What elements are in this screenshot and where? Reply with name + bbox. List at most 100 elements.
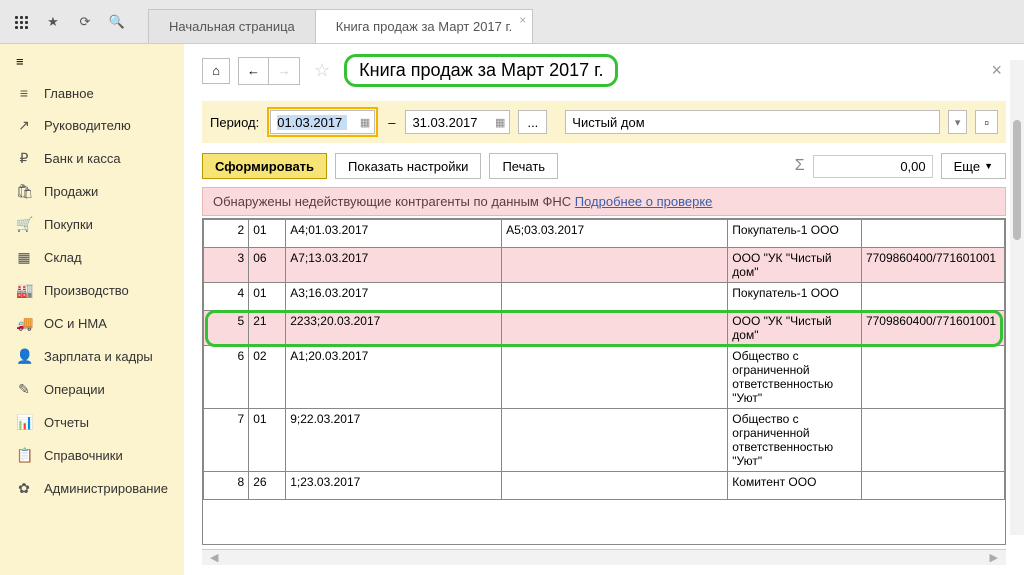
sidebar-item-12[interactable]: ✿Администрирование — [0, 472, 184, 505]
menu-icon[interactable]: ≡ — [16, 54, 24, 69]
cell-buyer: Общество с ограниченной ответственностью… — [728, 346, 862, 409]
cell-buyer: Комитент ООО — [728, 472, 862, 500]
show-settings-button[interactable]: Показать настройки — [335, 153, 481, 179]
cell-buyer: ООО "УК "Чистый дом" — [728, 248, 862, 283]
sidebar-item-label: Операции — [44, 382, 105, 397]
table-row[interactable]: 401A3;16.03.2017Покупатель-1 ООО — [204, 283, 1005, 311]
org-select[interactable] — [565, 110, 940, 134]
sidebar-item-0[interactable]: ≡Главное — [0, 77, 184, 109]
sidebar-icon: 👤 — [16, 348, 32, 365]
sidebar-item-label: Справочники — [44, 448, 123, 463]
cell-code: 01 — [249, 409, 286, 472]
calendar-icon[interactable]: ▦ — [495, 116, 505, 129]
top-icon-group: ★ ⟳ 🔍 — [0, 0, 138, 43]
cell-code: 02 — [249, 346, 286, 409]
table-row[interactable]: 602A1;20.03.2017Общество с ограниченной … — [204, 346, 1005, 409]
table-row[interactable]: 5212233;20.03.2017ООО "УК "Чистый дом"77… — [204, 311, 1005, 346]
sidebar-item-label: Отчеты — [44, 415, 89, 430]
sidebar-icon: 🛍 — [16, 183, 32, 200]
sum-value: 0,00 — [813, 155, 933, 178]
sidebar-item-2[interactable]: ₽Банк и касса — [0, 142, 184, 175]
sidebar-item-label: Производство — [44, 283, 129, 298]
alert-link[interactable]: Подробнее о проверке — [575, 194, 713, 209]
sidebar: ≡ ≡Главное↗Руководителю₽Банк и касса 🛍 Про… — [0, 44, 184, 575]
star-icon[interactable]: ★ — [44, 13, 62, 31]
period-select-button[interactable]: ... — [518, 110, 547, 134]
org-dropdown-button[interactable]: ▾ — [948, 110, 968, 134]
cell-number: 7 — [204, 409, 249, 472]
sidebar-item-11[interactable]: 📋 Справочники — [0, 439, 184, 472]
table-row[interactable]: 201A4;01.03.2017A5;03.03.2017Покупатель-… — [204, 220, 1005, 248]
top-toolbar: ★ ⟳ 🔍 Начальная страница Книга продаж за… — [0, 0, 1024, 44]
cell-doc: A3;16.03.2017 — [286, 283, 502, 311]
cell-inn — [861, 283, 1004, 311]
alert-text: Обнаружены недействующие контрагенты по … — [213, 194, 575, 209]
tab-home[interactable]: Начальная страница — [148, 9, 316, 43]
cell-doc: A1;20.03.2017 — [286, 346, 502, 409]
sidebar-item-label: Зарплата и кадры — [44, 349, 153, 364]
search-icon[interactable]: 🔍 — [108, 13, 126, 31]
sidebar-icon: ₽ — [16, 150, 32, 167]
cell-code: 06 — [249, 248, 286, 283]
cell-number: 4 — [204, 283, 249, 311]
history-icon[interactable]: ⟳ — [76, 13, 94, 31]
sidebar-item-8[interactable]: 👤 Зарплата и кадры — [0, 340, 184, 373]
period-from-field[interactable]: ▦ — [270, 110, 375, 134]
tab-label: Книга продаж за Март 2017 г. — [336, 19, 512, 34]
sales-book-table: 201A4;01.03.2017A5;03.03.2017Покупатель-… — [203, 219, 1005, 500]
sidebar-item-7[interactable]: 🚚ОС и НМА — [0, 307, 184, 340]
org-input[interactable] — [572, 115, 933, 130]
sidebar-item-10[interactable]: 📊Отчеты — [0, 406, 184, 439]
cell-doc: 1;23.03.2017 — [286, 472, 502, 500]
period-to-input[interactable] — [412, 115, 482, 130]
cell-inn — [861, 346, 1004, 409]
cell-buyer: Покупатель-1 ООО — [728, 220, 862, 248]
generate-button[interactable]: Сформировать — [202, 153, 327, 179]
cell-doc2 — [502, 283, 728, 311]
tab-active[interactable]: Книга продаж за Март 2017 г. × — [315, 9, 533, 43]
favorite-icon[interactable]: ☆ — [314, 60, 330, 81]
period-to-field[interactable]: ▦ — [405, 110, 510, 134]
action-row: Сформировать Показать настройки Печать Σ… — [202, 153, 1006, 179]
sidebar-icon: 📋 — [16, 447, 32, 464]
close-page-button[interactable]: × — [987, 60, 1006, 81]
horizontal-scrollbar[interactable]: ◀ ▶ — [202, 549, 1006, 565]
cell-doc: 2233;20.03.2017 — [286, 311, 502, 346]
forward-button[interactable]: → — [269, 58, 299, 84]
close-icon[interactable]: × — [519, 13, 526, 27]
sidebar-item-4[interactable]: 🛒Покупки — [0, 208, 184, 241]
cell-number: 2 — [204, 220, 249, 248]
sidebar-item-label: ОС и НМА — [44, 316, 107, 331]
org-open-button[interactable]: ▫ — [975, 110, 998, 134]
cell-inn: 7709860400/771601001 — [861, 248, 1004, 283]
period-row: Период: ▦ – ▦ ... ▾ ▫ — [202, 101, 1006, 143]
sidebar-item-label: Главное — [44, 86, 94, 101]
sidebar-item-1[interactable]: ↗Руководителю — [0, 109, 184, 142]
cell-doc: 9;22.03.2017 — [286, 409, 502, 472]
cell-doc: A4;01.03.2017 — [286, 220, 502, 248]
print-button[interactable]: Печать — [489, 153, 558, 179]
cell-buyer: Общество с ограниченной ответственностью… — [728, 409, 862, 472]
sum-icon: Σ — [795, 157, 805, 175]
sidebar-item-label: Администрирование — [44, 481, 168, 496]
sidebar-item-5[interactable]: ▦Склад — [0, 241, 184, 274]
table-row[interactable]: 7019;22.03.2017 Общество с ограниченной о… — [204, 409, 1005, 472]
vertical-scrollbar[interactable] — [1010, 60, 1024, 535]
sidebar-item-3[interactable]: 🛍 Продажи — [0, 175, 184, 208]
more-label: Еще — [954, 159, 980, 174]
cell-doc2 — [502, 311, 728, 346]
sidebar-item-9[interactable]: ✎Операции — [0, 373, 184, 406]
apps-icon[interactable] — [12, 13, 30, 31]
sidebar-item-label: Продажи — [44, 184, 98, 199]
home-button[interactable]: ⌂ — [202, 58, 230, 84]
back-button[interactable]: ← — [239, 58, 269, 84]
sidebar-item-6[interactable]: 🏭Производство — [0, 274, 184, 307]
table-row[interactable]: 306A7;13.03.2017ООО "УК "Чистый дом"7709… — [204, 248, 1005, 283]
calendar-icon[interactable]: ▦ — [360, 116, 370, 129]
period-from-input[interactable] — [277, 115, 347, 130]
cell-doc2 — [502, 409, 728, 472]
cell-number: 3 — [204, 248, 249, 283]
cell-code: 26 — [249, 472, 286, 500]
table-row[interactable]: 8261;23.03.2017Комитент ООО — [204, 472, 1005, 500]
more-button[interactable]: Еще ▼ — [941, 153, 1006, 179]
